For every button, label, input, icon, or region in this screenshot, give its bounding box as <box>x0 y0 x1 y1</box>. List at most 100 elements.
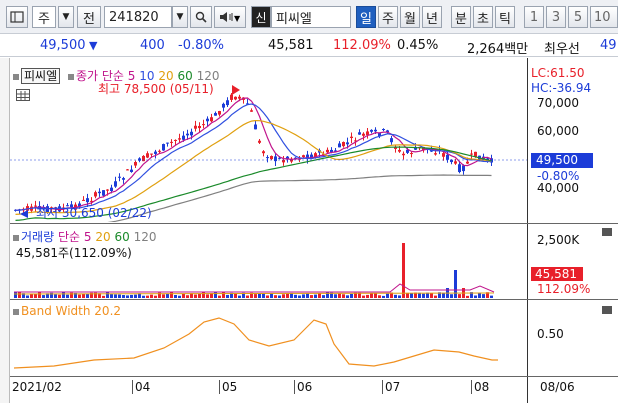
ma-toggle-icon[interactable] <box>67 73 74 80</box>
volume-title: 거래량 <box>21 230 55 244</box>
volume-bar <box>110 294 113 298</box>
volume-bar <box>146 295 149 298</box>
current-price: 49,500 <box>40 38 86 53</box>
period-second-button[interactable]: 초 <box>473 6 493 28</box>
volume-bar <box>346 295 349 298</box>
type-select[interactable]: 주 <box>32 6 56 28</box>
date-label-07: 07 <box>382 380 400 394</box>
period-minute-button[interactable]: 분 <box>451 6 471 28</box>
volume-bar <box>86 293 89 298</box>
volume-toggle-icon[interactable] <box>13 234 19 241</box>
interval-1-label: 1 <box>529 9 539 25</box>
candle-body <box>170 141 173 143</box>
collapse-icon[interactable] <box>13 73 19 80</box>
period-day-button[interactable]: 일 <box>356 6 376 28</box>
stock-tag-text: 신 <box>255 10 267 25</box>
volume-bar <box>114 294 117 298</box>
volume-bar <box>298 295 301 298</box>
interval-3-button[interactable]: 3 <box>546 6 566 28</box>
candle-body <box>434 153 437 155</box>
speaker-icon[interactable]: ▼ <box>214 6 246 28</box>
volume-bar <box>394 294 397 298</box>
candle-body <box>342 141 345 147</box>
volume-bar <box>238 295 241 298</box>
bandwidth-panel-close-icon[interactable] <box>602 306 612 314</box>
volume-bar <box>282 294 285 298</box>
ma10-line <box>15 103 492 211</box>
volume-bar <box>286 293 289 298</box>
best-quote-value: 49 <box>600 38 617 53</box>
down-arrow-icon: ▼ <box>89 39 98 52</box>
volume-bar <box>14 292 17 298</box>
view-button[interactable]: 전 <box>77 6 101 28</box>
candle-body <box>86 198 89 203</box>
candle-body <box>186 133 189 136</box>
volume-bar <box>106 292 109 298</box>
volume-bar <box>218 295 221 298</box>
candle-body <box>274 156 277 162</box>
date-axis: 2021/02 04 05 06 07 08 08/06 <box>10 377 618 403</box>
turnover-rate: 0.45% <box>397 38 439 53</box>
volume-bar <box>382 295 385 298</box>
interval-5-button[interactable]: 5 <box>568 6 588 28</box>
stock-name-field[interactable]: 피씨엘 <box>271 6 351 28</box>
candle-body <box>350 136 353 139</box>
volume-panel-close-icon[interactable] <box>602 228 612 236</box>
candle-body <box>470 153 473 155</box>
interval-10-button[interactable]: 10 <box>590 6 618 28</box>
vma5-label: 5 <box>83 230 92 244</box>
candle-body <box>374 129 377 132</box>
volume-bar <box>150 294 153 298</box>
candle-body <box>150 153 153 155</box>
view-label: 전 <box>83 11 95 27</box>
candle-body <box>282 159 285 163</box>
candle-body <box>362 133 365 136</box>
interval-1-button[interactable]: 1 <box>524 6 544 28</box>
candle-body <box>202 124 205 126</box>
code-dropdown-icon[interactable]: ▼ <box>172 6 188 28</box>
candle-body <box>466 161 469 164</box>
volume-bar <box>374 293 377 298</box>
volume-bar <box>246 295 249 298</box>
period-month-button[interactable]: 월 <box>400 6 420 28</box>
candle-body <box>390 138 393 143</box>
candle-body <box>262 151 265 154</box>
volume-bar <box>338 293 341 298</box>
volume-bar <box>118 294 121 298</box>
price-chart <box>10 85 527 229</box>
bandwidth-chart-panel: Band Width 20.2 <box>10 300 527 375</box>
candle-body <box>194 125 197 129</box>
volume-bar <box>370 293 373 298</box>
volume-bar <box>490 295 493 298</box>
period-year-button[interactable]: 년 <box>422 6 442 28</box>
stock-code-input[interactable]: 241820 <box>104 6 172 28</box>
quote-info-bar: 49,500 ▼ 400 -0.80% 45,581 112.09% 0.45%… <box>0 35 618 57</box>
candle-body <box>254 124 257 130</box>
current-volume-tag: 45,581 <box>531 267 583 281</box>
volume-bar <box>154 295 157 298</box>
volume-bar <box>270 293 273 298</box>
volume-bar <box>174 295 177 298</box>
volume-bar <box>322 295 325 298</box>
window-icon[interactable] <box>6 6 28 28</box>
best-quote-label: 최우선 <box>544 42 580 57</box>
volume-bar <box>334 294 337 298</box>
bandwidth-header: Band Width 20.2 <box>13 304 121 318</box>
vma20-label: 20 <box>95 230 111 244</box>
bandwidth-toggle-icon[interactable] <box>13 308 19 315</box>
candle-body <box>410 153 413 155</box>
volume-axis: 2,500K 45,581 112.09% <box>527 224 618 299</box>
volume-bar <box>186 295 189 298</box>
chevron-down-icon[interactable]: ▼ <box>58 6 74 28</box>
date-axis-end-label: 08/06 <box>540 380 575 394</box>
candle-body <box>122 178 125 180</box>
volume-bar <box>222 292 225 298</box>
period-week-button[interactable]: 주 <box>378 6 398 28</box>
volume-ratio: 112.09% <box>333 38 391 53</box>
period-tick-button[interactable]: 틱 <box>495 6 515 28</box>
bandwidth-line <box>13 317 498 369</box>
search-icon[interactable] <box>190 6 212 28</box>
volume-value: 45,581 <box>268 38 314 53</box>
grid-icon[interactable] <box>16 89 30 101</box>
candle-body <box>182 135 185 140</box>
